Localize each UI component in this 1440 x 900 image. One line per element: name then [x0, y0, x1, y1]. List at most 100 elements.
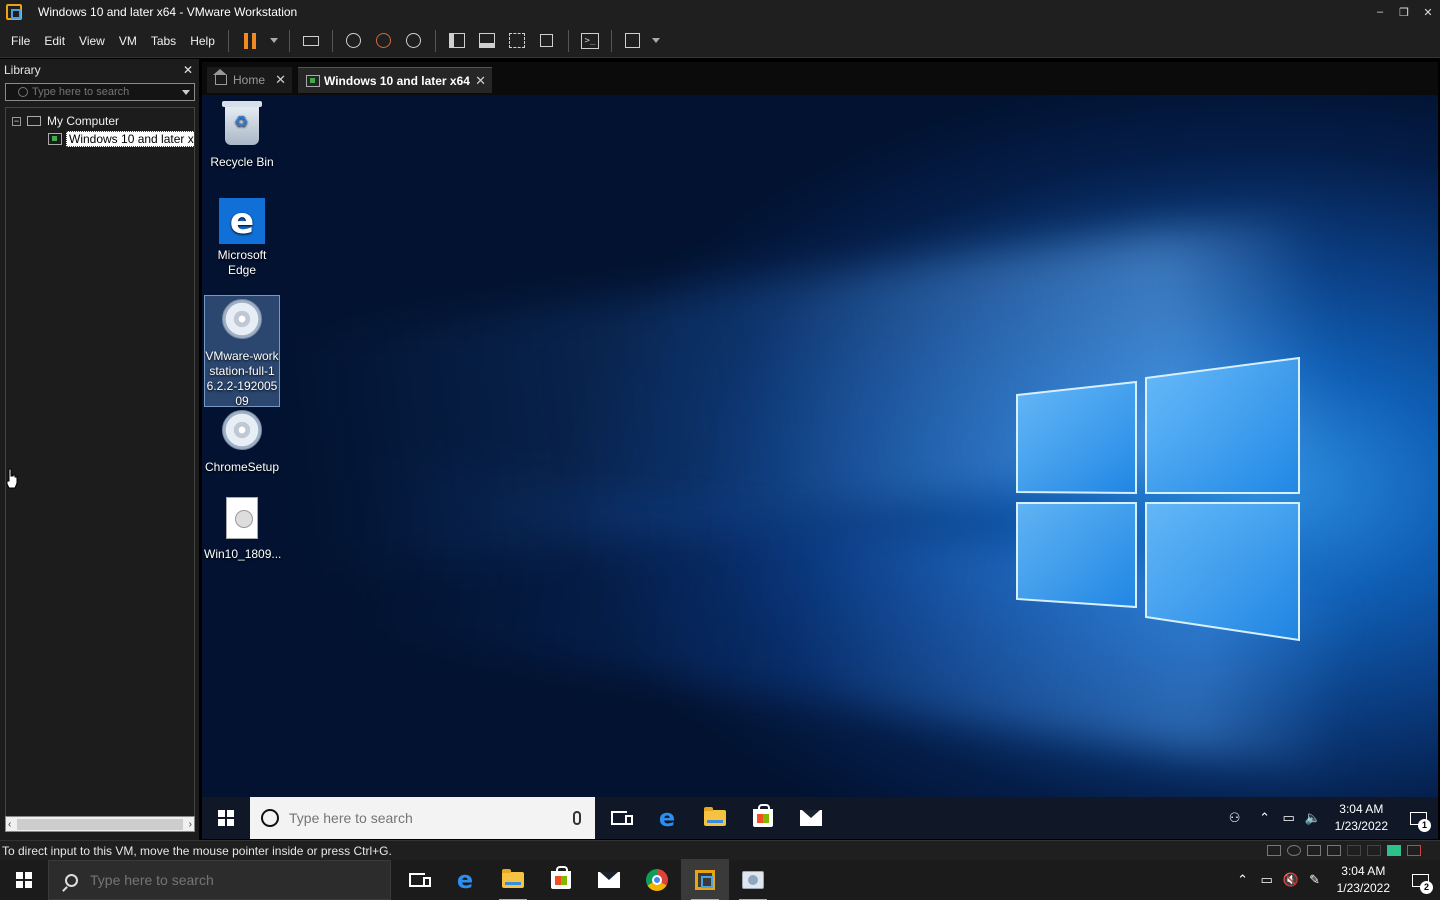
host-search-input[interactable] — [90, 872, 360, 888]
cd-dvd-icon[interactable] — [1287, 845, 1301, 856]
network-adapter-icon[interactable] — [1307, 845, 1321, 856]
menu-tabs[interactable]: Tabs — [144, 24, 183, 58]
unity-button[interactable] — [534, 28, 560, 54]
host-start-button[interactable] — [0, 860, 48, 900]
menu-edit[interactable]: Edit — [37, 24, 72, 58]
host-taskbar-chrome[interactable] — [633, 859, 681, 900]
vmware-app-icon[interactable] — [6, 4, 22, 20]
scroll-thumb[interactable] — [17, 818, 183, 830]
show-library-button[interactable] — [444, 28, 470, 54]
host-taskbar-task-view[interactable] — [393, 859, 441, 900]
guest-search-box[interactable] — [250, 797, 595, 839]
notification-count-badge: 2 — [1420, 881, 1433, 894]
desktop-icon-label: Win10_1809... — [204, 547, 282, 561]
toolbar-separator — [331, 29, 333, 52]
guest-action-center-button[interactable]: 1 — [1398, 797, 1438, 839]
library-search[interactable] — [5, 83, 195, 101]
tab-vm-close-button[interactable]: ✕ — [475, 73, 486, 89]
full-screen-button[interactable] — [504, 28, 530, 54]
volume-muted-icon[interactable]: 🔇 — [1279, 859, 1303, 900]
computer-icon — [27, 116, 41, 126]
host-clock[interactable]: 3:04 AM 1/23/2022 — [1327, 863, 1400, 897]
menu-view[interactable]: View — [72, 24, 112, 58]
window-controls: – ❐ ✕ — [1368, 0, 1440, 24]
collapse-toggle[interactable]: − — [12, 116, 21, 126]
restore-button[interactable]: ❐ — [1392, 0, 1416, 24]
library-search-input[interactable] — [32, 86, 182, 98]
library-panel: Library ✕ − My Computer Windows 10 and l… — [0, 59, 199, 840]
send-ctrl-alt-del-button[interactable] — [298, 28, 324, 54]
take-snapshot-button[interactable] — [341, 28, 367, 54]
guest-clock[interactable]: 3:04 AM 1/23/2022 — [1325, 801, 1398, 835]
host-taskbar-vmware[interactable] — [681, 859, 729, 900]
revert-snapshot-button[interactable] — [371, 28, 397, 54]
host-search-box[interactable] — [48, 860, 391, 900]
stretch-dropdown[interactable] — [650, 28, 662, 54]
scroll-left-button[interactable]: ‹ — [8, 819, 11, 830]
power-dropdown[interactable] — [267, 28, 281, 54]
microphone-icon[interactable] — [573, 811, 581, 825]
chevron-up-icon[interactable]: ⌃ — [1253, 797, 1277, 839]
host-taskbar-mail[interactable] — [585, 859, 633, 900]
guest-taskbar-task-view[interactable] — [595, 797, 643, 839]
volume-icon[interactable]: 🔈 — [1301, 797, 1325, 839]
hard-disk-icon[interactable] — [1267, 845, 1281, 856]
window-title: Windows 10 and later x64 - VMware Workst… — [38, 5, 298, 19]
sound-card-icon[interactable] — [1367, 845, 1381, 856]
printer-icon[interactable] — [1327, 845, 1341, 856]
guest-taskbar-mail[interactable] — [787, 797, 835, 839]
store-icon — [753, 804, 773, 827]
host-action-center-button[interactable]: 2 — [1400, 859, 1440, 900]
pause-button[interactable] — [237, 28, 263, 54]
desktop-icon-recycle-bin[interactable]: Recycle Bin — [204, 101, 280, 170]
host-taskbar-edge[interactable]: e — [441, 859, 489, 900]
network-icon[interactable]: ▭ — [1277, 797, 1301, 839]
tab-home[interactable]: Home ✕ — [207, 67, 292, 93]
file-explorer-icon — [502, 869, 524, 888]
host-taskbar-store[interactable] — [537, 859, 585, 900]
host-taskbar-setup[interactable] — [729, 859, 777, 900]
desktop-icon-label: Microsoft Edge — [217, 248, 267, 277]
tree-item-label: My Computer — [47, 114, 120, 128]
usb-icon[interactable] — [1347, 845, 1361, 856]
console-view-button[interactable]: >_ — [577, 28, 603, 54]
minimize-button[interactable]: – — [1368, 0, 1392, 24]
library-close-button[interactable]: ✕ — [183, 63, 193, 77]
guest-search-input[interactable] — [289, 810, 559, 826]
tree-item-my-computer[interactable]: − My Computer — [12, 112, 119, 130]
display-icon[interactable] — [1407, 845, 1421, 856]
chevron-up-icon[interactable]: ⌃ — [1231, 859, 1255, 900]
menu-vm[interactable]: VM — [112, 24, 144, 58]
desktop-icon-vmware-installer[interactable]: VMware-workstation-full-16.2.2-19200509 — [204, 295, 280, 408]
pen-icon[interactable]: ✎ — [1303, 859, 1327, 900]
snapshot-icon — [346, 33, 362, 48]
scroll-right-button[interactable]: › — [189, 819, 192, 830]
tab-windows-vm[interactable]: Windows 10 and later x64 ✕ — [298, 67, 492, 93]
tree-item-vm[interactable]: Windows 10 and later x64 — [48, 130, 194, 148]
tab-home-close-button[interactable]: ✕ — [275, 72, 286, 88]
library-title: Library — [4, 63, 41, 77]
guest-taskbar-edge[interactable]: e — [643, 797, 691, 839]
desktop-icon-chromesetup[interactable]: ChromeSetup — [204, 407, 280, 475]
edge-icon: e — [658, 804, 676, 832]
device-status-icons — [1264, 845, 1424, 856]
close-window-button[interactable]: ✕ — [1416, 0, 1440, 24]
search-dropdown-icon[interactable] — [182, 89, 190, 95]
message-log-icon[interactable] — [1387, 845, 1401, 856]
vm-console[interactable]: Recycle Bin e Microsoft Edge VMware-work… — [202, 95, 1438, 839]
menu-file[interactable]: File — [4, 24, 37, 58]
snapshot-manager-button[interactable] — [401, 28, 427, 54]
menu-help[interactable]: Help — [183, 24, 222, 58]
library-horizontal-scrollbar[interactable]: ‹ › — [5, 816, 195, 832]
guest-taskbar-file-explorer[interactable] — [691, 797, 739, 839]
desktop-icon-edge[interactable]: e Microsoft Edge — [204, 198, 280, 278]
host-taskbar-file-explorer[interactable] — [489, 859, 537, 900]
stretch-guest-button[interactable] — [620, 28, 646, 54]
toolbar-separator — [610, 29, 612, 52]
guest-taskbar-store[interactable] — [739, 797, 787, 839]
guest-start-button[interactable] — [202, 797, 250, 839]
thumbnail-bar-button[interactable] — [474, 28, 500, 54]
network-icon[interactable]: ▭ — [1255, 859, 1279, 900]
desktop-icon-win10-iso[interactable]: Win10_1809... — [204, 495, 282, 562]
people-icon[interactable]: ⚇ — [1217, 797, 1253, 839]
